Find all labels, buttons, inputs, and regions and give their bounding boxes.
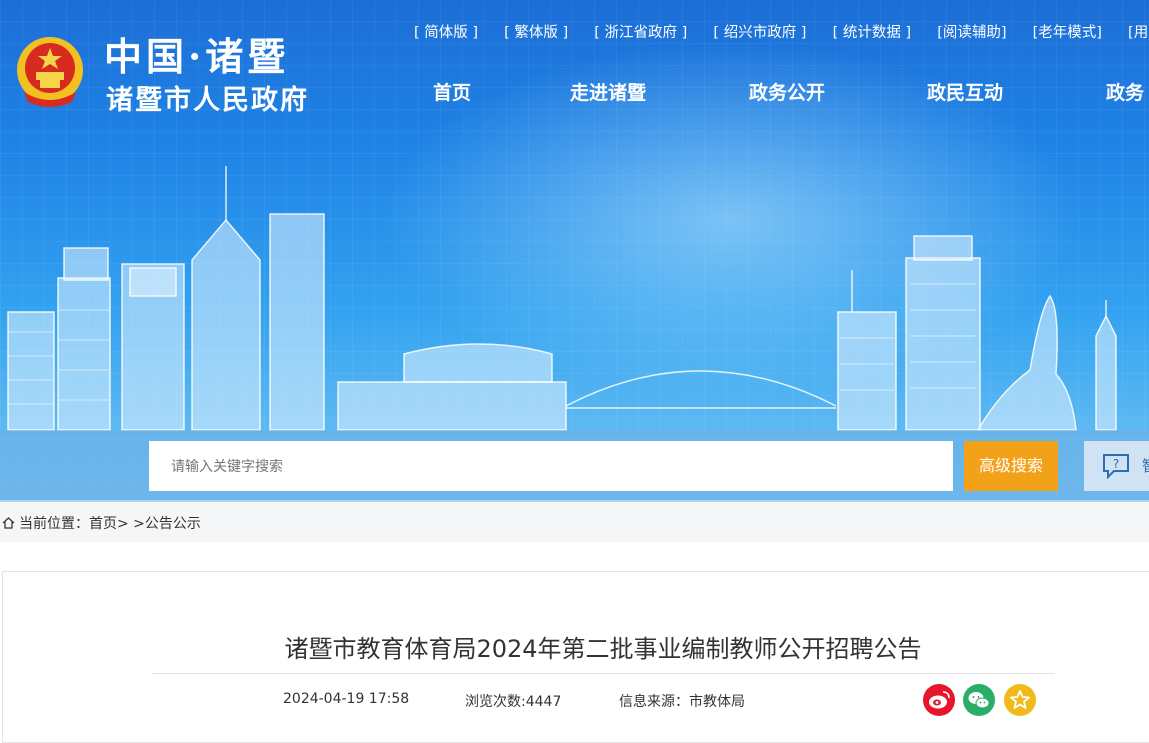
breadcrumb-prefix: 当前位置： [19,516,89,532]
link-user[interactable]: [用 [1128,25,1148,41]
title-divider [152,673,1055,674]
weibo-icon[interactable] [923,684,955,716]
top-links: [ 简体版 ] [ 繁体版 ] [ 浙江省政府 ] [ 绍兴市政府 ] [ 统计… [414,21,1149,42]
link-elder-mode[interactable]: [老年模式] [1033,25,1102,41]
home-icon [2,517,15,529]
breadcrumb-current[interactable]: 公告公示 [145,516,201,532]
nav-public-interaction[interactable]: 政民互动 [927,78,1003,105]
publish-date: 2024-04-19 17:58 [283,691,410,707]
article-title: 诸暨市教育体育局2024年第二批事业编制教师公开招聘公告 [284,635,922,663]
search-input[interactable] [149,441,953,491]
link-simplified[interactable]: [ 简体版 ] [414,25,478,41]
link-statistics[interactable]: [ 统计数据 ] [833,25,912,41]
nav-home[interactable]: 首页 [433,78,471,105]
view-count: 浏览次数:4447 [465,694,562,710]
nav-about-zhuji[interactable]: 走进诸暨 [570,78,646,105]
nav-gov-services[interactable]: 政务 [1106,78,1144,105]
question-chat-icon: ? [1103,454,1129,479]
breadcrumb-separator: > > [117,516,145,532]
city-skyline-illustration [7,166,1117,431]
site-logo-text[interactable]: 中国·诸暨 [104,26,289,81]
link-reading-aid[interactable]: [阅读辅助] [937,25,1006,41]
main-nav: 首页 走进诸暨 政务公开 政民互动 政务 [0,78,1149,108]
info-source: 信息来源：市教体局 [619,694,745,710]
favorite-star-icon[interactable] [1004,684,1036,716]
wechat-icon[interactable] [963,684,995,716]
header-banner: 中国·诸暨 诸暨市人民政府 [ 简体版 ] [ 繁体版 ] [ 浙江省政府 ] … [0,0,1149,500]
link-zhejiang-gov[interactable]: [ 浙江省政府 ] [594,25,687,41]
svg-text:?: ? [1113,457,1119,471]
link-shaoxing-gov[interactable]: [ 绍兴市政府 ] [713,25,806,41]
link-traditional[interactable]: [ 繁体版 ] [504,25,568,41]
advanced-search-button[interactable]: 高级搜索 [964,441,1058,491]
breadcrumb-home[interactable]: 首页 [89,516,117,532]
smart-assistant-label: 智 [1142,455,1149,476]
nav-gov-disclosure[interactable]: 政务公开 [749,78,825,105]
breadcrumb: 当前位置：首页> >公告公示 [2,513,201,533]
smart-assistant-button[interactable]: ? 智 [1084,441,1149,491]
